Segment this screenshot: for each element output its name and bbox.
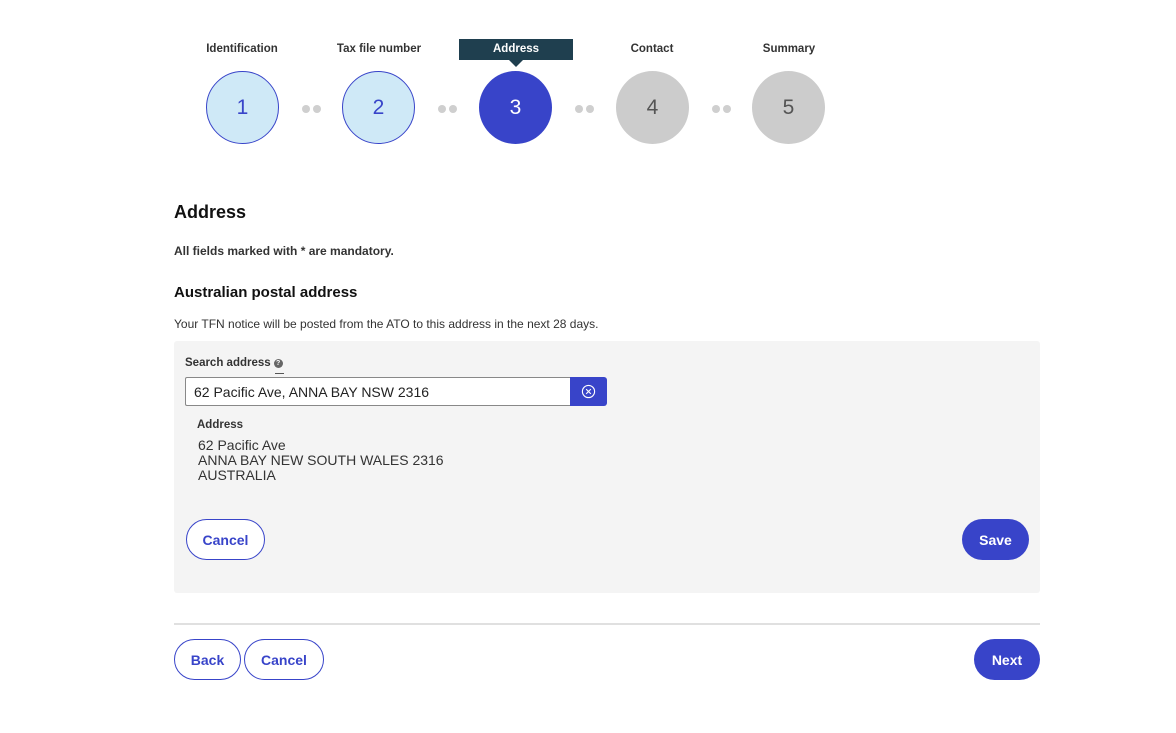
clear-search-button[interactable] <box>570 377 607 406</box>
back-button[interactable]: Back <box>174 639 241 680</box>
step-label-address: Address <box>459 39 573 67</box>
step-label-contact: Contact <box>630 43 674 55</box>
address-label: Address <box>197 419 244 431</box>
mandatory-note: All fields marked with * are mandatory. <box>174 244 394 258</box>
section-description: Your TFN notice will be posted from the … <box>174 317 599 331</box>
search-address-label-text: Search address <box>185 357 271 369</box>
next-button[interactable]: Next <box>974 639 1040 680</box>
step-label-tax-file-number: Tax file number <box>336 43 422 55</box>
help-icon-underline <box>275 373 284 374</box>
step-2-circle[interactable]: 2 <box>342 71 415 144</box>
step-connector <box>575 105 594 113</box>
divider <box>174 623 1040 625</box>
help-icon[interactable]: ? <box>273 358 283 368</box>
address-line-1: 62 Pacific Ave <box>198 437 286 453</box>
step-connector <box>438 105 457 113</box>
section-title: Australian postal address <box>174 284 358 301</box>
address-panel: Search address ? Address 62 Pacific Ave … <box>174 341 1040 593</box>
step-4-circle: 4 <box>616 71 689 144</box>
step-label-identification: Identification <box>206 43 278 55</box>
step-label-summary: Summary <box>762 43 816 55</box>
address-line-2: ANNA BAY NEW SOUTH WALES 2316 <box>198 452 444 468</box>
search-address-input[interactable] <box>185 377 571 406</box>
step-5-circle: 5 <box>752 71 825 144</box>
progress-stepper: Identification 1 Tax file number 2 Addre… <box>0 0 1176 160</box>
circle-x-icon <box>581 384 596 399</box>
address-display: 62 Pacific Ave ANNA BAY NEW SOUTH WALES … <box>198 438 444 483</box>
search-address-label: Search address ? <box>185 357 283 369</box>
footer-cancel-button[interactable]: Cancel <box>244 639 324 680</box>
step-3-circle: 3 <box>479 71 552 144</box>
page-title: Address <box>174 202 247 222</box>
panel-cancel-button[interactable]: Cancel <box>186 519 265 560</box>
address-line-3: AUSTRALIA <box>198 467 276 483</box>
step-1-circle[interactable]: 1 <box>206 71 279 144</box>
save-button[interactable]: Save <box>962 519 1029 560</box>
step-connector <box>302 105 321 113</box>
step-connector <box>712 105 731 113</box>
